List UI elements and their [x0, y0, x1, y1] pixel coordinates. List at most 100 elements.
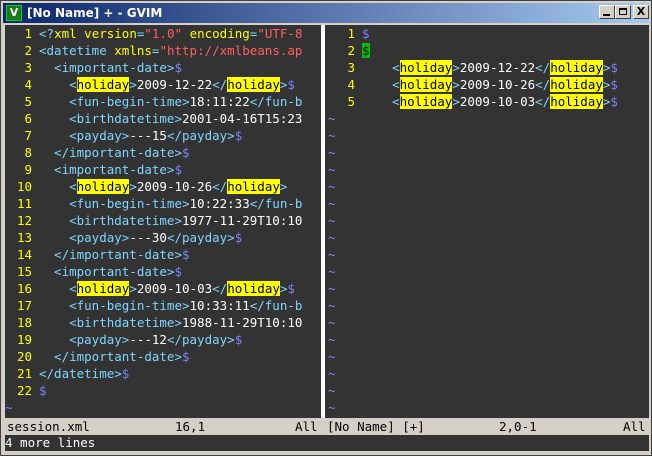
buffer-line[interactable]: 1 <?xml version="1.0" encoding="UTF-8: [5, 25, 319, 42]
buffer-line[interactable]: 5 <fun-begin-time>18:11:22</fun-b: [5, 93, 319, 110]
code-token: >: [129, 77, 137, 92]
line-number: 1: [24, 26, 32, 41]
vertical-split-separator[interactable]: [319, 25, 328, 418]
line-number: 11: [16, 196, 32, 211]
code-token: 10:33:11: [189, 298, 250, 313]
eol-marker: $: [610, 94, 618, 109]
empty-line-tilde: ~: [328, 111, 336, 126]
buffer-line[interactable]: 4 <holiday>2009-12-22</holiday>$: [5, 76, 319, 93]
line-number: 8: [24, 145, 32, 160]
line-number: 13: [16, 230, 32, 245]
buffer-line[interactable]: 10 <holiday>2009-10-26</holiday>: [5, 178, 319, 195]
code-token: <fun-begin-time>: [39, 196, 190, 211]
buffer-line[interactable]: 3 <important-date>$: [5, 59, 319, 76]
empty-line-tilde: ~: [328, 162, 336, 177]
minimize-button[interactable]: [599, 5, 615, 19]
gvim-icon[interactable]: V: [6, 5, 22, 21]
code-token: </important-date>: [39, 247, 182, 262]
line-number: 17: [16, 298, 32, 313]
buffer-line[interactable]: 21 </datetime>$: [5, 365, 319, 382]
search-match: holiday: [550, 77, 603, 92]
search-match: holiday: [550, 94, 603, 109]
buffer-line[interactable]: 15 <important-date>$: [5, 263, 319, 280]
eol-marker: $: [287, 77, 295, 92]
code-token: 2001-04-16T15:23: [182, 111, 303, 126]
code-token: ---12: [129, 332, 167, 347]
statusline-right: [No Name] [+] 2,0-1 All: [323, 418, 649, 435]
empty-line-tilde: ~: [328, 366, 336, 381]
buffer-line[interactable]: 11 <fun-begin-time>10:22:33</fun-b: [5, 195, 319, 212]
empty-line-tilde: ~: [328, 315, 336, 330]
line-number: 16: [16, 281, 32, 296]
buffer-line[interactable]: 6 <birthdatetime>2001-04-16T15:23: [5, 110, 319, 127]
buffer-line[interactable]: 13 <payday>---30</payday>$: [5, 229, 319, 246]
code-token: <fun-begin-time>: [39, 94, 190, 109]
line-number: 2: [347, 43, 355, 58]
buffer-line[interactable]: 7 <payday>---15</payday>$: [5, 127, 319, 144]
search-match: holiday: [76, 77, 130, 92]
status-cursor-position: 16,1: [175, 419, 206, 434]
eol-marker: $: [234, 128, 243, 143]
code-token: </: [212, 281, 228, 296]
buffer-line[interactable]: 22 $: [5, 382, 319, 399]
buffer-line[interactable]: 1 $: [328, 25, 649, 42]
empty-line-tilde: ~: [328, 145, 336, 160]
code-token: <datetime: [39, 43, 115, 58]
code-token: encoding: [189, 26, 250, 41]
command-line[interactable]: 4 more lines: [5, 435, 649, 451]
buffer-line[interactable]: 18 <birthdatetime>1988-11-29T10:10: [5, 314, 319, 331]
eol-marker: $: [182, 145, 190, 160]
buffer-line[interactable]: 2 <datetime xmlns="http://xmlbeans.ap: [5, 42, 319, 59]
empty-line-tilde: ~: [328, 264, 336, 279]
eol-marker: $: [121, 366, 130, 381]
buffer-line[interactable]: 3 <holiday>2009-12-22</holiday>$: [328, 59, 649, 76]
buffer-line[interactable]: 17 <fun-begin-time>10:33:11</fun-b: [5, 297, 319, 314]
code-token: </fun-b: [249, 298, 303, 313]
code-token: <important-date>: [39, 264, 175, 279]
empty-line-tilde: ~: [328, 400, 336, 415]
maximize-button[interactable]: [615, 5, 631, 19]
buffer-line[interactable]: 16 <holiday>2009-10-03</holiday>$: [5, 280, 319, 297]
buffer-line[interactable]: 8 </important-date>$: [5, 144, 319, 161]
status-filename: session.xml: [7, 419, 90, 434]
line-number: 4: [347, 77, 355, 92]
title-bar[interactable]: V [No Name] + - GVIM X: [3, 3, 649, 23]
line-number: 3: [24, 60, 32, 75]
editor-area[interactable]: 1 <?xml version="1.0" encoding="UTF-8 2 <da…: [5, 25, 649, 451]
buffer-line[interactable]: 9 <important-date>$: [5, 161, 319, 178]
maximize-icon: [619, 8, 627, 15]
empty-line-tilde: ~: [5, 400, 13, 415]
buffer-line[interactable]: 14 </important-date>$: [5, 246, 319, 263]
code-token: >: [452, 60, 460, 75]
code-token: </fun-b: [249, 94, 303, 109]
buffer-line[interactable]: 2 $: [328, 42, 649, 59]
code-token: </payday>: [166, 128, 235, 143]
buffer-line[interactable]: 19 <payday>---12</payday>$: [5, 331, 319, 348]
code-token: 1977-11-29T10:10: [182, 213, 303, 228]
eol-marker: $: [610, 77, 618, 92]
search-match: holiday: [76, 281, 130, 296]
search-match: holiday: [227, 77, 280, 92]
code-token: >: [129, 281, 137, 296]
right-buffer-pane[interactable]: 1 $2 $3 <holiday>2009-12-22</holiday>$ 4 <h…: [328, 25, 649, 418]
code-token: <birthdatetime>: [39, 213, 182, 228]
buffer-line[interactable]: 4 <holiday>2009-10-26</holiday>$: [328, 76, 649, 93]
buffer-line[interactable]: 20 </important-date>$: [5, 348, 319, 365]
code-token: </important-date>: [39, 349, 182, 364]
code-token: 2009-12-22: [459, 60, 536, 75]
code-token: <payday>: [39, 332, 130, 347]
code-token: <: [39, 281, 77, 296]
left-buffer-pane[interactable]: 1 <?xml version="1.0" encoding="UTF-8 2 <da…: [5, 25, 319, 418]
buffer-line[interactable]: 5 <holiday>2009-10-03</holiday>$: [328, 93, 649, 110]
status-scroll: All: [295, 419, 318, 434]
close-button[interactable]: X: [633, 5, 649, 19]
search-match: holiday: [399, 77, 453, 92]
eol-marker: $: [234, 332, 243, 347]
empty-line-tilde: ~: [328, 332, 336, 347]
eol-marker: $: [174, 264, 182, 279]
code-token: <important-date>: [39, 162, 175, 177]
buffer-line[interactable]: 12 <birthdatetime>1977-11-29T10:10: [5, 212, 319, 229]
empty-line-tilde: ~: [328, 179, 336, 194]
minimize-icon: [603, 14, 610, 16]
code-token: 2009-10-03: [136, 281, 213, 296]
